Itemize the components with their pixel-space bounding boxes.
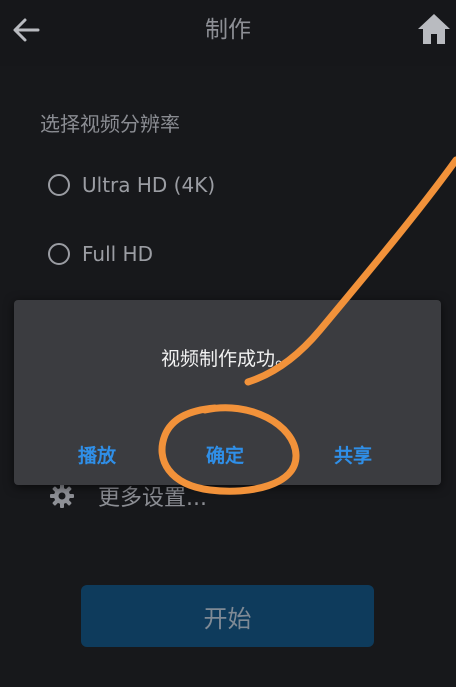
start-button[interactable]: 开始 — [81, 585, 374, 647]
share-button[interactable]: 共享 — [334, 441, 372, 468]
dialog-message: 视频制作成功。 — [160, 348, 294, 370]
radio-button[interactable] — [48, 243, 70, 265]
confirm-button[interactable]: 确定 — [206, 441, 244, 468]
home-icon[interactable] — [416, 12, 452, 46]
gear-icon — [50, 484, 74, 508]
radio-full-hd[interactable]: Full HD — [48, 237, 153, 271]
success-dialog: 视频制作成功。 播放 确定 共享 — [14, 300, 441, 485]
radio-label: Ultra HD (4K) — [82, 173, 216, 197]
top-app-bar: 制作 — [0, 0, 456, 66]
radio-ultra-hd[interactable]: Ultra HD (4K) — [48, 168, 215, 202]
play-button[interactable]: 播放 — [78, 441, 116, 468]
page-title: 制作 — [205, 17, 251, 43]
radio-label: Full HD — [82, 242, 153, 266]
radio-button[interactable] — [48, 174, 70, 196]
resolution-label: 选择视频分辨率 — [40, 112, 180, 136]
